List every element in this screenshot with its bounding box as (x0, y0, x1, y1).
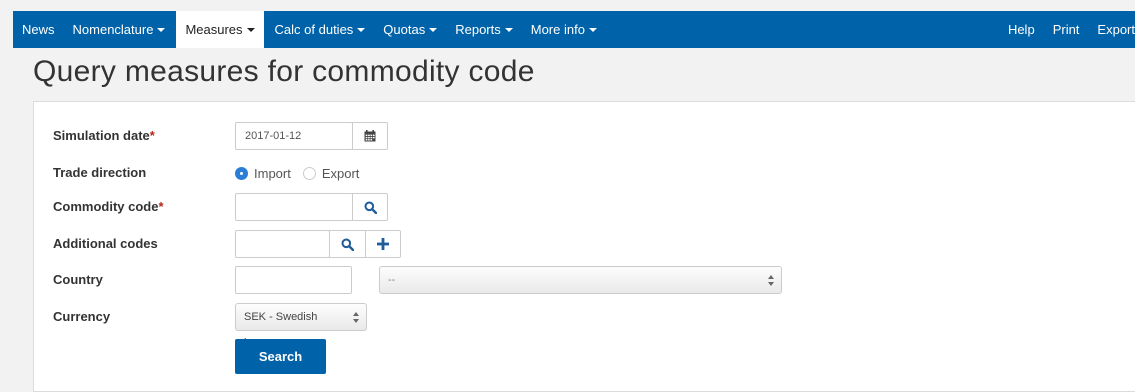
import-radio[interactable] (235, 166, 248, 180)
nav-nomenclature-label: Nomenclature (72, 22, 154, 37)
caret-down-icon (504, 27, 513, 32)
nav-nomenclature[interactable]: Nomenclature (64, 11, 175, 48)
calendar-button[interactable] (352, 122, 388, 150)
additional-codes-label: Additional codes (53, 236, 158, 251)
additional-codes-search-button[interactable] (329, 230, 366, 258)
required-marker: * (158, 199, 164, 214)
currency-label: Currency (53, 309, 111, 324)
nav-help[interactable]: Help (999, 11, 1044, 48)
currency-select[interactable]: SEK - Swedish krona (235, 303, 367, 349)
nav-measures-label: Measures (185, 22, 243, 37)
commodity-code-label-text: Commodity code (53, 199, 159, 214)
simulation-date-input[interactable]: 2017-01-12 (235, 122, 353, 150)
additional-codes-row: Additional codes (34, 230, 1135, 258)
nav-news[interactable]: News (13, 11, 64, 48)
nav-print-label: Print (1052, 22, 1080, 37)
nav-calc-of-duties[interactable]: Calc of duties (266, 11, 375, 48)
search-icon (364, 201, 377, 214)
nav-quotas-label: Quotas (383, 22, 426, 37)
search-button[interactable]: Search (235, 339, 326, 374)
nav-help-label: Help (1007, 22, 1035, 37)
commodity-search-button[interactable] (352, 193, 388, 221)
additional-codes-input[interactable] (235, 230, 330, 258)
simulation-date-row: Simulation date* 2017-01-12 (34, 122, 1135, 150)
trade-direction-row: Trade direction Import Export (34, 159, 1135, 187)
caret-down-icon (588, 27, 597, 32)
add-additional-code-button[interactable] (365, 230, 401, 258)
nav-more-info[interactable]: More info (522, 11, 606, 48)
nav-calc-of-duties-label: Calc of duties (274, 22, 354, 37)
commodity-code-label: Commodity code* (53, 193, 164, 221)
export-radio-label[interactable]: Export (322, 166, 360, 181)
country-code-input[interactable] (235, 266, 352, 294)
import-radio-label[interactable]: Import (254, 166, 291, 181)
country-select-value: -- (388, 274, 396, 286)
nav-export-label: Export (1097, 22, 1135, 37)
query-form-panel: Simulation date* 2017-01-12 Trade direct… (33, 101, 1135, 392)
required-marker: * (149, 128, 155, 143)
trade-direction-radio-group: Import Export (235, 159, 359, 187)
select-arrows-icon (768, 275, 774, 286)
nav-reports-label: Reports (455, 22, 501, 37)
country-label: Country (53, 272, 103, 287)
simulation-date-label: Simulation date* (53, 122, 155, 150)
commodity-code-row: Commodity code* (34, 193, 1135, 221)
nav-more-info-label: More info (530, 22, 585, 37)
search-icon (341, 238, 354, 251)
caret-down-icon (357, 27, 366, 32)
nav-quotas[interactable]: Quotas (374, 11, 446, 48)
currency-row: Currency SEK - Swedish krona (34, 303, 1135, 349)
country-row: Country -- (34, 266, 1135, 294)
plus-icon (377, 238, 389, 250)
page-title: Query measures for commodity code (33, 55, 535, 88)
top-navbar: News Nomenclature Measures Calc of dutie… (13, 11, 1135, 48)
commodity-code-input[interactable] (235, 193, 353, 221)
caret-down-icon (157, 27, 166, 32)
nav-export[interactable]: Export (1088, 11, 1135, 48)
nav-reports[interactable]: Reports (446, 11, 522, 48)
trade-direction-label: Trade direction (53, 165, 147, 180)
caret-down-icon (429, 27, 438, 32)
country-select[interactable]: -- (379, 266, 782, 294)
nav-measures[interactable]: Measures (176, 11, 264, 48)
caret-down-icon (246, 27, 255, 32)
select-arrows-icon (353, 312, 359, 323)
nav-news-label: News (22, 22, 55, 37)
nav-print[interactable]: Print (1044, 11, 1089, 48)
simulation-date-label-text: Simulation date (53, 128, 150, 143)
export-radio[interactable] (302, 166, 316, 180)
calendar-icon (364, 130, 376, 142)
